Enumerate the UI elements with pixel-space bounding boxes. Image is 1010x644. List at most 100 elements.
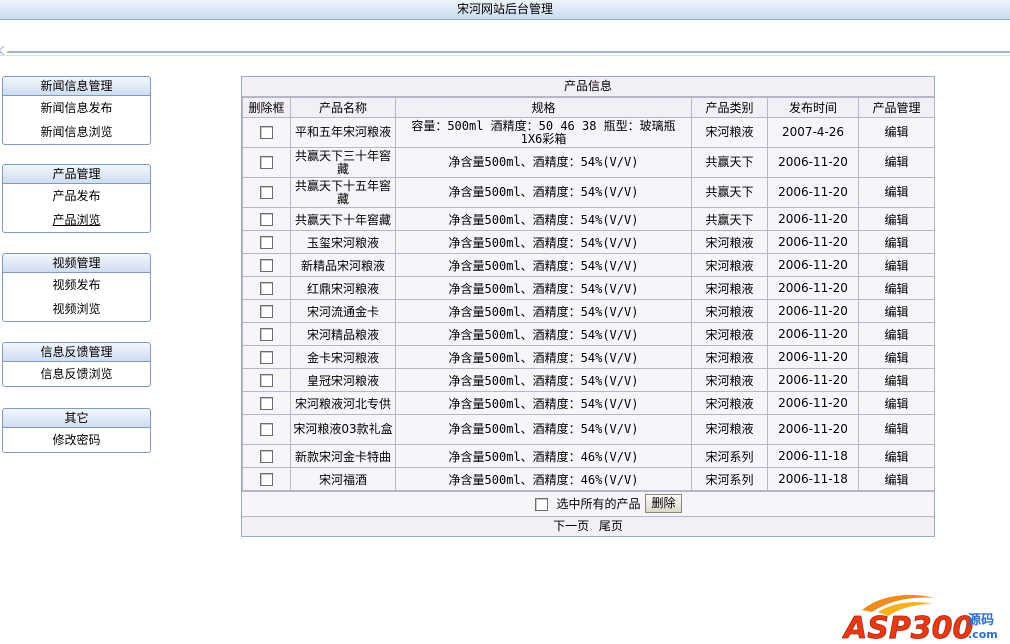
row-delete-checkbox[interactable] <box>260 397 273 410</box>
product-name-cell: 宋河福酒 <box>290 467 396 491</box>
menu-video: 视频管理 视频发布 视频浏览 <box>2 253 151 322</box>
collapse-arrow-icon[interactable] <box>0 45 9 56</box>
table-row: 宋河粮液河北专供 净含量500ml、酒精度：54%(V/V) 宋河粮液 2006-11… <box>242 391 935 415</box>
menu-other: 其它 修改密码 <box>2 408 151 453</box>
category-cell: 宋河粮液 <box>691 230 768 254</box>
table-row: 金卡宋河粮液 净含量500ml、酒精度：54%(V/V) 宋河粮液 2006-11-2… <box>242 345 935 369</box>
edit-link[interactable]: 编辑 <box>858 345 935 369</box>
date-cell: 2006-11-20 <box>767 345 859 369</box>
bulk-action-row: 选中所有的产品 删除 <box>242 491 934 516</box>
menu-title-news[interactable]: 新闻信息管理 <box>3 77 150 96</box>
menu-item-video-browse[interactable]: 视频浏览 <box>3 297 150 321</box>
row-delete-checkbox[interactable] <box>260 374 273 387</box>
spec-cell: 净含量500ml、酒精度：54%(V/V) <box>395 345 692 369</box>
row-delete-checkbox[interactable] <box>260 328 273 341</box>
table-row: 共赢天下三十年窖藏 净含量500ml、酒精度：54%(V/V) 共赢天下 2006-1… <box>242 147 935 178</box>
spec-cell: 净含量500ml、酒精度：54%(V/V) <box>395 177 692 208</box>
row-delete-checkbox[interactable] <box>260 423 273 436</box>
delete-button[interactable]: 删除 <box>645 494 682 513</box>
category-cell: 宋河粮液 <box>691 368 768 392</box>
divider <box>0 55 1010 56</box>
menu-item-product-publish[interactable]: 产品发布 <box>3 184 150 208</box>
row-delete-cell <box>242 177 291 208</box>
select-all-checkbox[interactable] <box>535 498 549 511</box>
spec-cell: 净含量500ml、酒精度：54%(V/V) <box>395 230 692 254</box>
edit-link[interactable]: 编辑 <box>858 253 935 277</box>
edit-link[interactable]: 编辑 <box>858 177 935 208</box>
edit-link[interactable]: 编辑 <box>858 207 935 231</box>
last-page-link[interactable]: 尾页 <box>599 519 623 533</box>
asp300-watermark-logo: ASP300 源码 .com <box>842 594 998 644</box>
next-page-link[interactable]: 下一页 <box>553 519 589 533</box>
table-row: 共赢天下十年窖藏 净含量500ml、酒精度：54%(V/V) 共赢天下 2006-11… <box>242 207 935 231</box>
row-delete-cell <box>242 391 291 415</box>
watermark-suffix-cn: 源码 <box>968 612 994 628</box>
table-row: 共赢天下十五年窖藏 净含量500ml、酒精度：54%(V/V) 共赢天下 2006-1… <box>242 177 935 208</box>
select-all-label: 选中所有的产品 <box>556 497 641 511</box>
product-panel: 产品信息 删除框 产品名称 规格 产品类别 发布时间 产品管理 平和五年宋河粮液… <box>241 76 935 537</box>
row-delete-checkbox[interactable] <box>260 305 273 318</box>
table-row: 宋河福酒 净含量500ml、酒精度：46%(V/V) 宋河系列 2006-11-18 编… <box>242 467 935 491</box>
row-delete-checkbox[interactable] <box>260 450 273 463</box>
pagination: 下一页 尾页 <box>242 516 934 536</box>
menu-title-other[interactable]: 其它 <box>3 409 150 428</box>
menu-item-video-publish[interactable]: 视频发布 <box>3 273 150 297</box>
product-name-cell: 宋河粮液河北专供 <box>290 391 396 415</box>
table-row: 平和五年宋河粮液 容量：500ml 酒精度：50 46 38 瓶型：玻璃瓶 1X6… <box>242 117 935 148</box>
table-row: 宋河流通金卡 净含量500ml、酒精度：54%(V/V) 宋河粮液 2006-11-2… <box>242 299 935 323</box>
date-cell: 2006-11-20 <box>767 207 859 231</box>
menu-item-product-browse[interactable]: 产品浏览 <box>3 208 150 232</box>
product-name-cell: 共赢天下十五年窖藏 <box>290 177 396 208</box>
edit-link[interactable]: 编辑 <box>858 368 935 392</box>
spec-cell: 净含量500ml、酒精度：54%(V/V) <box>395 414 692 445</box>
edit-link[interactable]: 编辑 <box>858 230 935 254</box>
edit-link[interactable]: 编辑 <box>858 117 935 148</box>
edit-link[interactable]: 编辑 <box>858 299 935 323</box>
date-cell: 2006-11-18 <box>767 467 859 491</box>
row-delete-checkbox[interactable] <box>260 126 273 139</box>
category-cell: 宋河系列 <box>691 467 768 491</box>
menu-item-feedback-browse[interactable]: 信息反馈浏览 <box>3 362 150 386</box>
edit-link[interactable]: 编辑 <box>858 322 935 346</box>
category-cell: 共赢天下 <box>691 207 768 231</box>
row-delete-checkbox[interactable] <box>260 213 273 226</box>
edit-link[interactable]: 编辑 <box>858 444 935 468</box>
row-delete-checkbox[interactable] <box>260 236 273 249</box>
table-row: 红鼎宋河粮液 净含量500ml、酒精度：54%(V/V) 宋河粮液 2006-11-2… <box>242 276 935 300</box>
menu-products: 产品管理 产品发布 产品浏览 <box>2 164 151 233</box>
edit-link[interactable]: 编辑 <box>858 467 935 491</box>
menu-title-feedback[interactable]: 信息反馈管理 <box>3 343 150 362</box>
product-name-cell: 共赢天下三十年窖藏 <box>290 147 396 178</box>
spec-cell: 净含量500ml、酒精度：54%(V/V) <box>395 299 692 323</box>
date-cell: 2006-11-20 <box>767 230 859 254</box>
spec-cell: 净含量500ml、酒精度：54%(V/V) <box>395 322 692 346</box>
category-cell: 共赢天下 <box>691 177 768 208</box>
edit-link[interactable]: 编辑 <box>858 276 935 300</box>
row-delete-checkbox[interactable] <box>260 351 273 364</box>
menu-title-products[interactable]: 产品管理 <box>3 165 150 184</box>
edit-link[interactable]: 编辑 <box>858 147 935 178</box>
date-cell: 2006-11-18 <box>767 444 859 468</box>
menu-item-change-password[interactable]: 修改密码 <box>3 428 150 452</box>
row-delete-checkbox[interactable] <box>260 156 273 169</box>
category-cell: 宋河粮液 <box>691 117 768 148</box>
date-cell: 2006-11-20 <box>767 391 859 415</box>
row-delete-checkbox[interactable] <box>260 473 273 486</box>
menu-title-video[interactable]: 视频管理 <box>3 254 150 273</box>
product-table: 删除框 产品名称 规格 产品类别 发布时间 产品管理 平和五年宋河粮液 容量：50… <box>242 97 935 491</box>
table-row: 皇冠宋河粮液 净含量500ml、酒精度：54%(V/V) 宋河粮液 2006-11-2… <box>242 368 935 392</box>
row-delete-cell <box>242 147 291 178</box>
spec-cell: 净含量500ml、酒精度：54%(V/V) <box>395 207 692 231</box>
category-cell: 共赢天下 <box>691 147 768 178</box>
spec-cell: 容量：500ml 酒精度：50 46 38 瓶型：玻璃瓶 1X6彩箱 <box>395 117 692 148</box>
menu-item-news-browse[interactable]: 新闻信息浏览 <box>3 120 150 144</box>
row-delete-checkbox[interactable] <box>260 259 273 272</box>
edit-link[interactable]: 编辑 <box>858 414 935 445</box>
spec-cell: 净含量500ml、酒精度：54%(V/V) <box>395 276 692 300</box>
edit-link[interactable]: 编辑 <box>858 391 935 415</box>
row-delete-checkbox[interactable] <box>260 282 273 295</box>
row-delete-cell <box>242 276 291 300</box>
date-cell: 2006-11-20 <box>767 414 859 445</box>
menu-item-news-publish[interactable]: 新闻信息发布 <box>3 96 150 120</box>
row-delete-checkbox[interactable] <box>260 186 273 199</box>
